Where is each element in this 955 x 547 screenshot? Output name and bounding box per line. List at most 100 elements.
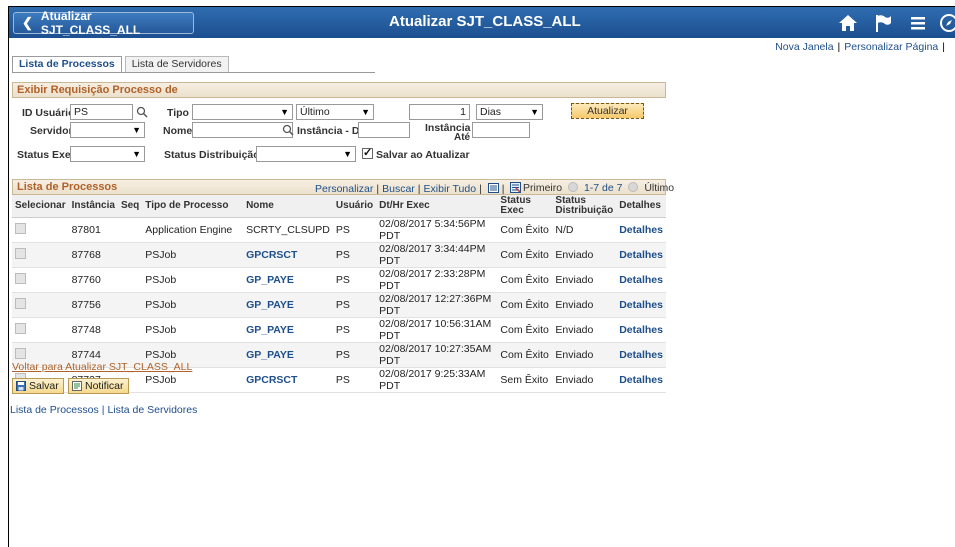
run-status-select[interactable]: ▼ [70,146,145,162]
count-input[interactable]: 1 [409,104,470,120]
cell-name[interactable]: GP_PAYE [243,292,333,318]
col-run-datetime: Dt/Hr Exec [376,195,498,218]
cell-dist-status: Enviado [552,342,617,368]
cell-run-status: Sem Êxito [497,367,553,393]
cell-instance: 87748 [68,317,118,343]
details-link[interactable]: Detalhes [616,267,666,293]
row-checkbox[interactable] [15,222,26,234]
home-icon[interactable] [838,13,858,33]
return-link[interactable]: Voltar para Atualizar SJT_CLASS_ALL [12,361,192,373]
search-icon[interactable] [136,106,148,118]
cell-user: PS [332,367,377,393]
cell-dist-status: Enviado [552,267,617,293]
page-title: Atualizar SJT_CLASS_ALL [389,13,581,30]
bottom-link-process-list[interactable]: Lista de Processos [10,404,99,416]
instance-to-label-suffix: Até [454,132,471,143]
cell-name: SCRTY_CLSUPD [243,217,333,243]
row-checkbox[interactable] [15,347,26,359]
app-header: ❮ Atualizar SJT_CLASS_ALL Atualizar SJT_… [9,7,955,38]
col-seq: Seq [117,195,143,218]
save-on-refresh-checkbox[interactable] [362,146,373,159]
notify-button[interactable]: Notificar [68,378,129,394]
user-id-input[interactable]: PS [70,104,133,120]
row-checkbox[interactable] [15,297,26,309]
details-link[interactable]: Detalhes [616,367,666,393]
tab-process-list[interactable]: Lista de Processos [12,56,122,72]
row-select-checkbox [12,217,69,243]
zoom-grid-icon[interactable] [487,183,499,193]
cell-run-datetime: 02/08/2017 9:25:33AM PDT [376,367,498,393]
table-row: 87756 PSJob GP_PAYE PS 02/08/2017 12:27:36PM… [12,292,666,318]
row-checkbox[interactable] [15,322,26,334]
server-select[interactable]: ▼ [70,122,145,138]
table-row: 87801 Application Engine SCRTY_CLSUPD PS 02/… [12,217,666,243]
menu-icon[interactable] [908,13,928,33]
row-select-checkbox [12,317,69,343]
compass-icon[interactable] [939,13,955,33]
cell-name[interactable]: GPCRSCT [243,242,333,268]
instance-to-input[interactable] [472,122,530,138]
details-link[interactable]: Detalhes [616,242,666,268]
search-icon[interactable] [282,124,294,136]
cell-user: PS [332,217,377,243]
grid-find-link[interactable]: Buscar [382,183,415,195]
grid-personalize-link[interactable]: Personalizar [315,183,373,195]
col-dist-status: Status Distribuição [552,195,617,218]
details-link[interactable]: Detalhes [616,292,666,318]
cell-name[interactable]: GP_PAYE [243,267,333,293]
col-user: Usuário [332,195,377,218]
cell-seq [117,217,143,243]
flag-icon[interactable] [873,13,893,33]
save-button[interactable]: Salvar [12,378,64,394]
row-select-checkbox [12,292,69,318]
cell-instance: 87801 [68,217,118,243]
unit-select-value: Dias [480,106,502,118]
new-window-link[interactable]: Nova Janela [775,41,833,53]
dist-status-select[interactable]: ▼ [256,146,356,162]
unit-select[interactable]: Dias ▼ [476,104,543,120]
details-link[interactable]: Detalhes [616,342,666,368]
grid-title: Lista de Processos [17,181,118,193]
back-button[interactable]: ❮ Atualizar SJT_CLASS_ALL [13,9,194,37]
row-checkbox[interactable] [15,272,26,284]
instance-from-input[interactable] [358,122,410,138]
download-excel-icon[interactable] [510,182,522,193]
type-label: Tipo [167,107,189,119]
cell-name[interactable]: GP_PAYE [243,342,333,368]
server-label: Servidor [30,125,73,137]
last-select-value: Último [300,106,330,118]
last-select[interactable]: Último ▼ [296,104,374,120]
cell-run-status: Com Êxito [497,242,553,268]
previous-icon[interactable] [568,182,579,192]
bottom-link-server-list[interactable]: Lista de Servidores [107,404,197,416]
nav-last[interactable]: Último [644,182,674,194]
details-link[interactable]: Detalhes [616,217,666,243]
col-details: Detalhes [616,195,666,218]
tab-divider [12,72,375,73]
separator: | [942,41,945,53]
col-select: Selecionar [12,195,69,218]
grid-view-all-link[interactable]: Exibir Tudo [424,183,477,195]
separator: | [376,183,380,195]
refresh-button[interactable]: Atualizar [571,103,644,119]
details-link[interactable]: Detalhes [616,317,666,343]
name-input[interactable] [192,122,293,138]
row-checkbox[interactable] [15,247,26,259]
cell-run-status: Com Êxito [497,267,553,293]
table-row: 87768 PSJob GPCRSCT PS 02/08/2017 3:34:44PM … [12,242,666,268]
tab-server-list[interactable]: Lista de Servidores [124,56,229,72]
cell-name[interactable]: GPCRSCT [243,367,333,393]
cell-name[interactable]: GP_PAYE [243,317,333,343]
cell-user: PS [332,242,377,268]
cell-run-datetime: 02/08/2017 10:27:35AM PDT [376,342,498,368]
type-select[interactable]: ▼ [192,104,293,120]
save-icon [16,381,26,391]
cell-dist-status: Enviado [552,317,617,343]
cell-user: PS [332,342,377,368]
next-icon[interactable] [628,182,639,192]
request-section-header: Exibir Requisição Processo de [12,82,666,98]
cell-seq [117,267,143,293]
personalize-page-link[interactable]: Personalizar Página [844,41,938,53]
nav-first[interactable]: Primeiro [523,182,562,194]
cell-run-datetime: 02/08/2017 2:33:28PM PDT [376,267,498,293]
